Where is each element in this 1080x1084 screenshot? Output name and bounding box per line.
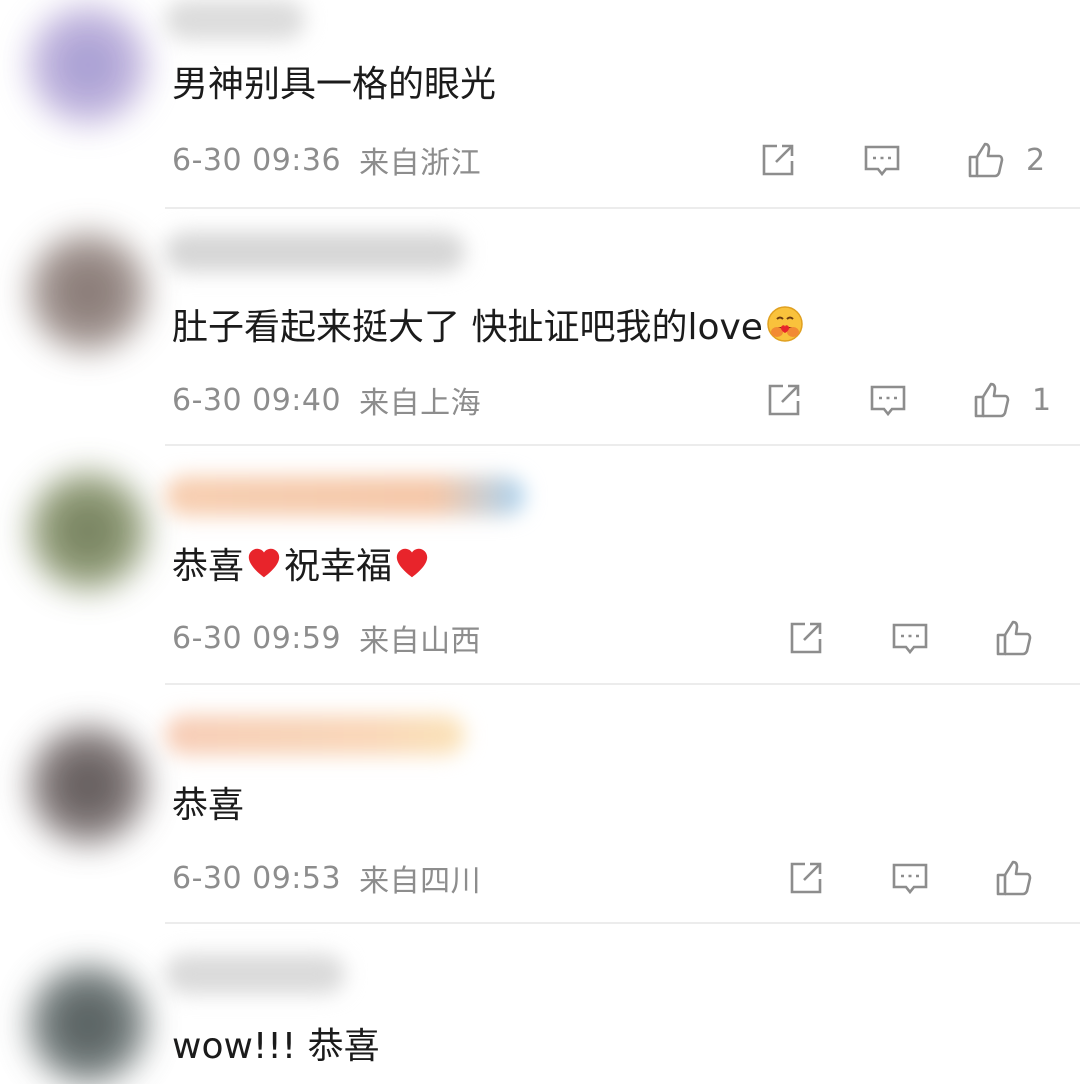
comment-meta: 6-30 09:36 来自浙江	[172, 140, 482, 182]
share-icon[interactable]	[786, 618, 826, 658]
share-icon[interactable]	[764, 380, 804, 420]
thumbs-up-icon[interactable]	[994, 858, 1034, 898]
comment-icon[interactable]	[890, 858, 930, 898]
share-icon[interactable]	[786, 858, 826, 898]
comment-icon[interactable]	[890, 618, 930, 658]
comment-item[interactable]: 恭喜 6-30 09:53 来自四川	[0, 685, 1080, 924]
thumbs-up-icon[interactable]	[994, 618, 1034, 658]
thumbs-up-icon[interactable]	[966, 140, 1006, 180]
comment-item[interactable]: 男神别具一格的眼光 6-30 09:36 来自浙江 2	[0, 0, 1080, 209]
avatar[interactable]	[28, 964, 148, 1084]
avatar[interactable]	[28, 232, 148, 352]
comment-location: 来自浙江	[359, 146, 482, 181]
comment-text: 肚子看起来挺大了 快扯证吧我的love	[172, 299, 805, 349]
username-blurred[interactable]	[165, 0, 305, 40]
comment-time: 6-30 09:59	[172, 620, 342, 656]
comment-icon[interactable]	[868, 380, 908, 420]
username-blurred[interactable]	[165, 232, 465, 272]
comment-location: 来自四川	[359, 864, 482, 899]
comment-meta: 6-30 09:59 来自山西	[172, 618, 482, 660]
red-heart-emoji	[248, 548, 280, 578]
username-blurred[interactable]	[165, 715, 465, 755]
avatar[interactable]	[28, 5, 148, 125]
comment-location: 来自上海	[359, 386, 482, 421]
comment-text-part1: 恭喜	[172, 546, 245, 587]
comment-meta: 6-30 09:40 来自上海	[172, 380, 482, 422]
comment-location: 来自山西	[359, 624, 482, 659]
comment-time: 6-30 09:40	[172, 382, 342, 418]
comment-item[interactable]: 恭喜 祝幸福 6-30 09:59 来自山西	[0, 446, 1080, 685]
comment-meta: 6-30 09:53 来自四川	[172, 858, 482, 900]
comment-text-part2: 祝幸福	[284, 546, 393, 587]
comment-text: 恭喜 祝幸福	[172, 538, 432, 588]
hug-face-emoji	[765, 304, 805, 344]
comment-item[interactable]: wow!!! 恭喜	[0, 924, 1080, 1084]
comment-time: 6-30 09:36	[172, 142, 342, 178]
comment-item[interactable]: 肚子看起来挺大了 快扯证吧我的love 6-30 09:40 来自上海 1	[0, 207, 1080, 446]
red-heart-emoji	[396, 548, 428, 578]
comment-text: 恭喜	[172, 785, 245, 826]
comment-text: wow!!! 恭喜	[172, 1026, 380, 1067]
like-count: 1	[1032, 382, 1052, 418]
like-count: 2	[1026, 142, 1046, 178]
comment-icon[interactable]	[862, 140, 902, 180]
username-blurred[interactable]	[165, 476, 525, 516]
thumbs-up-icon[interactable]	[972, 380, 1012, 420]
comment-time: 6-30 09:53	[172, 860, 342, 896]
share-icon[interactable]	[758, 140, 798, 180]
avatar[interactable]	[28, 471, 148, 591]
avatar[interactable]	[28, 725, 148, 845]
username-blurred[interactable]	[165, 954, 345, 994]
comment-text-content: 肚子看起来挺大了 快扯证吧我的love	[172, 307, 763, 348]
comment-text: 男神别具一格的眼光	[172, 64, 497, 105]
